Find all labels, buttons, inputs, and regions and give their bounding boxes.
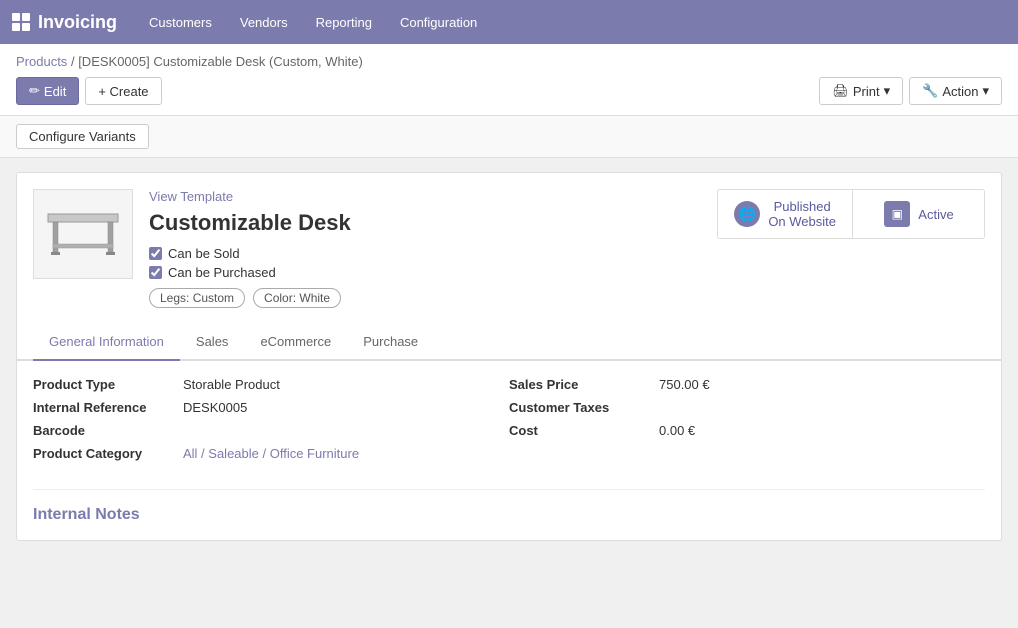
view-template-link[interactable]: View Template	[149, 189, 717, 204]
create-button[interactable]: + Create	[85, 77, 161, 105]
product-category-link[interactable]: All / Saleable / Office Furniture	[183, 446, 359, 461]
form-left-column: Product Type Storable Product Internal R…	[33, 377, 509, 469]
breadcrumb-separator: /	[71, 54, 75, 69]
product-header: View Template Customizable Desk Can be S…	[33, 189, 985, 308]
action-button[interactable]: 🔧 Action ▾	[909, 77, 1002, 105]
form-right-column: Sales Price 750.00 € Customer Taxes Cost…	[509, 377, 985, 469]
tab-ecommerce[interactable]: eCommerce	[244, 324, 347, 361]
breadcrumb-current: [DESK0005] Customizable Desk (Custom, Wh…	[78, 54, 363, 69]
internal-notes-section-title: Internal Notes	[33, 489, 985, 524]
can-be-purchased-checkbox[interactable]	[149, 266, 162, 279]
internal-reference-row: Internal Reference DESK0005	[33, 400, 469, 415]
cost-value: 0.00 €	[659, 423, 695, 438]
product-tabs: General Information Sales eCommerce Purc…	[17, 324, 1001, 361]
internal-reference-value: DESK0005	[183, 400, 247, 415]
print-chevron-icon: ▾	[884, 83, 891, 99]
customer-taxes-row: Customer Taxes	[509, 400, 945, 415]
product-category-label: Product Category	[33, 446, 183, 461]
product-type-row: Product Type Storable Product	[33, 377, 469, 392]
left-actions: ✏ Edit + Create	[16, 77, 162, 105]
check-icon: ▣	[884, 201, 910, 227]
sales-price-value: 750.00 €	[659, 377, 710, 392]
variant-tags: Legs: Custom Color: White	[149, 288, 717, 308]
active-status-text: Active	[918, 207, 953, 222]
can-be-sold-row: Can be Sold	[149, 246, 717, 261]
print-button[interactable]: 🖨 Print ▾	[819, 77, 903, 105]
page-header: Products / [DESK0005] Customizable Desk …	[0, 44, 1018, 116]
action-wrench-icon: 🔧	[922, 83, 938, 99]
barcode-label: Barcode	[33, 423, 183, 438]
published-status-button[interactable]: 🌐 Published On Website	[718, 190, 853, 238]
product-type-label: Product Type	[33, 377, 183, 392]
customer-taxes-label: Customer Taxes	[509, 400, 659, 415]
variant-tag-color[interactable]: Color: White	[253, 288, 341, 308]
configure-variants-bar: Configure Variants	[0, 116, 1018, 158]
menu-item-customers[interactable]: Customers	[137, 15, 224, 30]
cost-label: Cost	[509, 423, 659, 438]
can-be-purchased-label: Can be Purchased	[168, 265, 276, 280]
breadcrumb-parent[interactable]: Products	[16, 54, 67, 69]
tab-purchase[interactable]: Purchase	[347, 324, 434, 361]
menu-item-configuration[interactable]: Configuration	[388, 15, 489, 30]
tab-general-information[interactable]: General Information	[33, 324, 180, 361]
can-be-sold-checkbox[interactable]	[149, 247, 162, 260]
desk-image-svg	[43, 199, 123, 269]
status-buttons: 🌐 Published On Website ▣ Active	[717, 189, 985, 239]
active-status-button[interactable]: ▣ Active	[854, 190, 984, 238]
product-card: View Template Customizable Desk Can be S…	[16, 172, 1002, 541]
action-chevron-icon: ▾	[982, 83, 989, 99]
product-type-value: Storable Product	[183, 377, 280, 392]
right-actions: 🖨 Print ▾ 🔧 Action ▾	[819, 77, 1002, 105]
variant-tag-legs[interactable]: Legs: Custom	[149, 288, 245, 308]
published-status-text: Published On Website	[768, 199, 836, 229]
app-logo[interactable]: Invoicing	[12, 12, 117, 33]
sales-price-label: Sales Price	[509, 377, 659, 392]
page-actions: ✏ Edit + Create 🖨 Print ▾ 🔧 Action ▾	[16, 77, 1002, 105]
tab-sales[interactable]: Sales	[180, 324, 245, 361]
print-icon: 🖨	[832, 83, 849, 99]
globe-icon: 🌐	[734, 201, 760, 227]
product-header-left: View Template Customizable Desk Can be S…	[33, 189, 717, 308]
product-category-row: Product Category All / Saleable / Office…	[33, 446, 469, 461]
menu-item-vendors[interactable]: Vendors	[228, 15, 300, 30]
cost-row: Cost 0.00 €	[509, 423, 945, 438]
breadcrumb: Products / [DESK0005] Customizable Desk …	[16, 54, 1002, 69]
can-be-sold-label: Can be Sold	[168, 246, 240, 261]
edit-icon: ✏	[29, 83, 40, 99]
grid-icon	[12, 13, 30, 31]
product-image[interactable]	[33, 189, 133, 279]
edit-button[interactable]: ✏ Edit	[16, 77, 79, 105]
general-info-form: Product Type Storable Product Internal R…	[33, 377, 985, 469]
barcode-row: Barcode	[33, 423, 469, 438]
main-content: View Template Customizable Desk Can be S…	[0, 158, 1018, 555]
can-be-purchased-row: Can be Purchased	[149, 265, 717, 280]
app-title: Invoicing	[38, 12, 117, 33]
configure-variants-button[interactable]: Configure Variants	[16, 124, 149, 149]
internal-reference-label: Internal Reference	[33, 400, 183, 415]
product-category-value: All / Saleable / Office Furniture	[183, 446, 359, 461]
sales-price-row: Sales Price 750.00 €	[509, 377, 945, 392]
product-info: View Template Customizable Desk Can be S…	[149, 189, 717, 308]
product-title: Customizable Desk	[149, 210, 717, 236]
top-navigation: Invoicing Customers Vendors Reporting Co…	[0, 0, 1018, 44]
menu-item-reporting[interactable]: Reporting	[304, 15, 384, 30]
top-menu: Customers Vendors Reporting Configuratio…	[137, 15, 489, 30]
